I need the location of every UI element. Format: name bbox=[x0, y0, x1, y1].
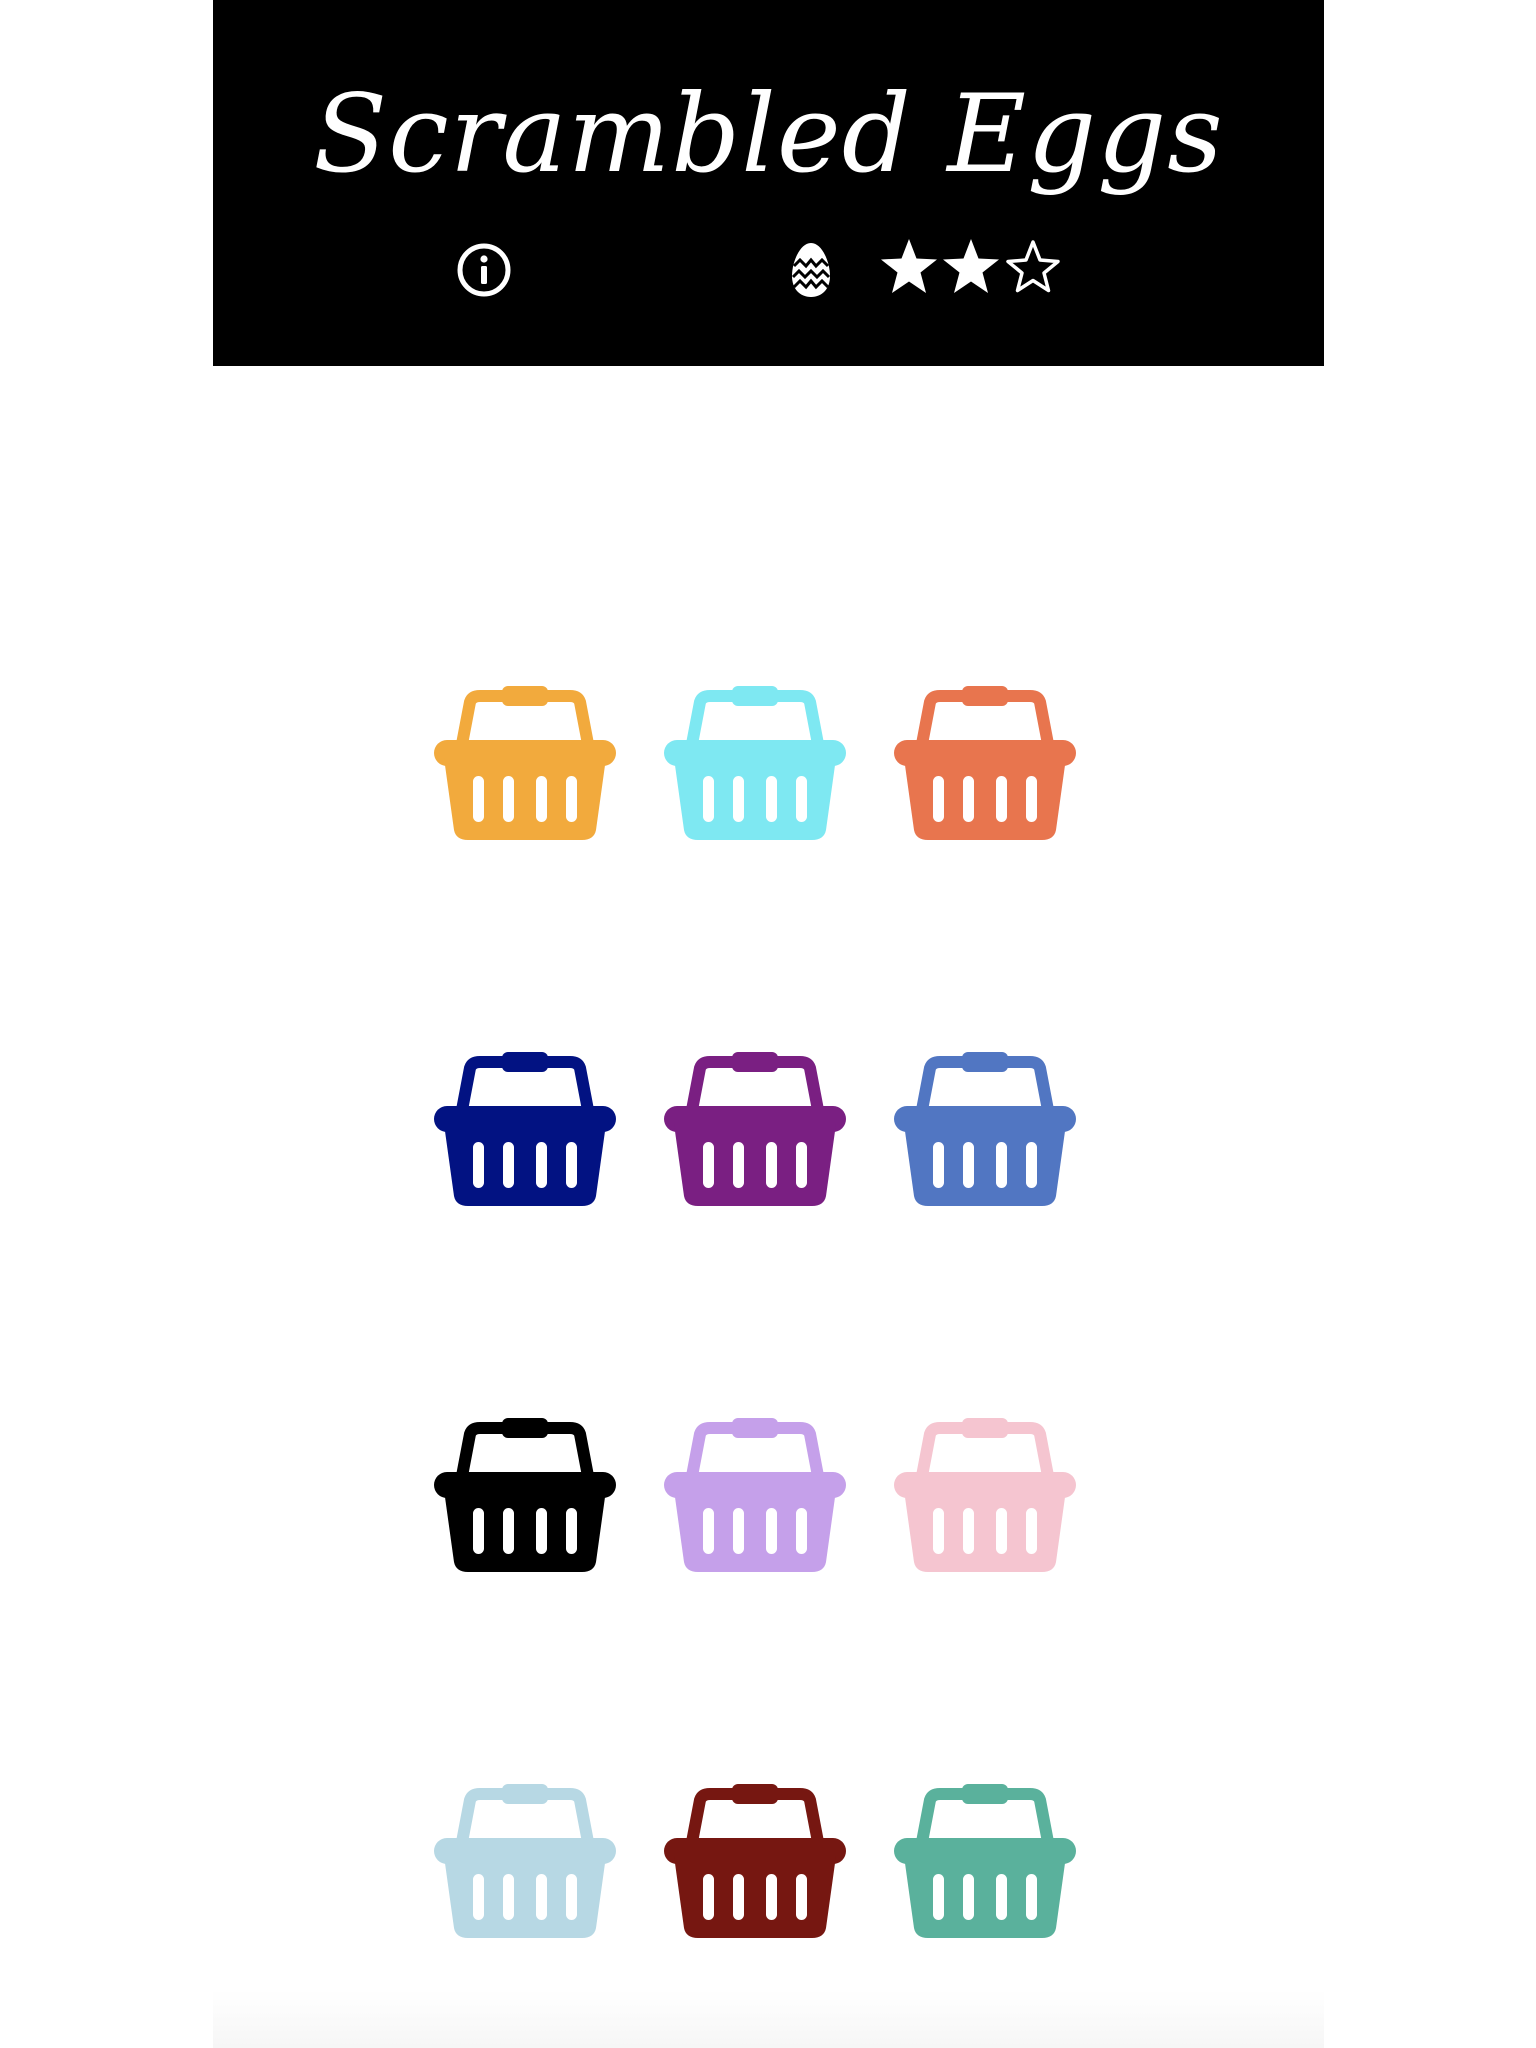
star-empty-icon bbox=[1006, 240, 1060, 293]
star-filled-icon bbox=[943, 239, 999, 293]
star-filled-icon bbox=[881, 239, 937, 293]
basket-icon[interactable] bbox=[894, 1046, 1076, 1208]
bottom-fade bbox=[213, 1990, 1324, 2048]
basket-icon[interactable] bbox=[894, 1778, 1076, 1940]
basket-icon[interactable] bbox=[664, 1412, 846, 1574]
rating-stars bbox=[878, 236, 1064, 298]
basket-icon[interactable] bbox=[894, 680, 1076, 842]
info-icon[interactable] bbox=[456, 242, 512, 298]
basket-icon[interactable] bbox=[434, 1778, 616, 1940]
header-bar: Scrambled Eggs bbox=[213, 0, 1324, 366]
basket-icon[interactable] bbox=[664, 1778, 846, 1940]
egg-icon bbox=[788, 240, 834, 300]
basket-icon[interactable] bbox=[894, 1412, 1076, 1574]
game-title: Scrambled Eggs bbox=[313, 72, 1224, 197]
game-screen: Scrambled Eggs bbox=[0, 0, 1536, 2048]
basket-icon[interactable] bbox=[664, 680, 846, 842]
basket-icon[interactable] bbox=[434, 1412, 616, 1574]
basket-icon[interactable] bbox=[434, 680, 616, 842]
basket-icon[interactable] bbox=[664, 1046, 846, 1208]
basket-icon[interactable] bbox=[434, 1046, 616, 1208]
